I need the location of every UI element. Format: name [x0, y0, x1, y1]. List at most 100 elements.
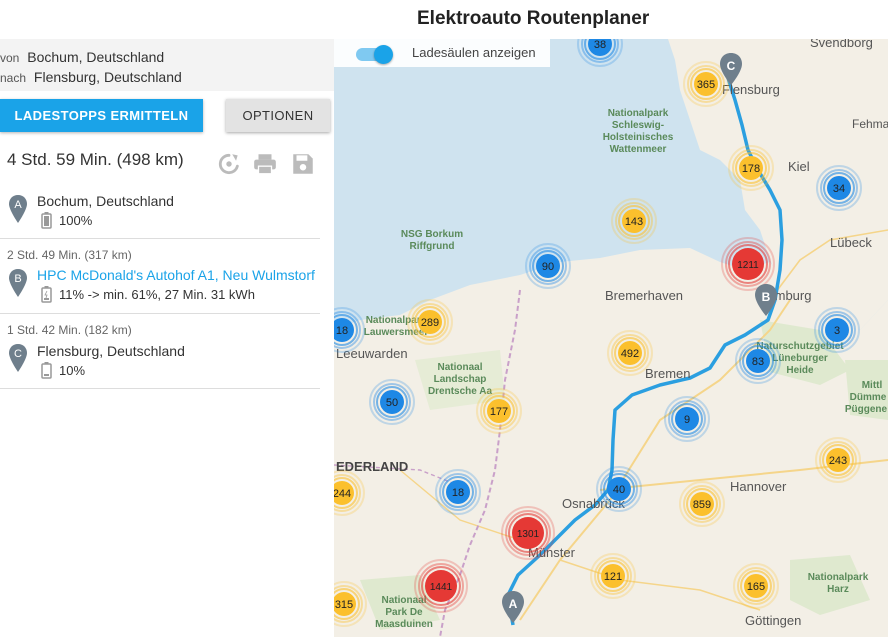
- cluster-count: 177: [490, 406, 508, 418]
- route-address-box: von Bochum, Deutschland nach Flensburg, …: [0, 39, 334, 91]
- cluster-count: 143: [625, 216, 643, 228]
- charging-cluster-marker[interactable]: 83: [735, 338, 781, 384]
- charging-cluster-marker[interactable]: 40: [596, 466, 642, 512]
- cluster-count: 9: [684, 414, 690, 426]
- from-value[interactable]: Bochum, Deutschland: [27, 49, 164, 65]
- to-row[interactable]: nach Flensburg, Deutschland: [0, 69, 182, 85]
- sidebar: von Bochum, Deutschland nach Flensburg, …: [0, 39, 334, 637]
- charging-cluster-marker[interactable]: 34: [816, 165, 862, 211]
- map-label-city: Bremerhaven: [605, 288, 683, 303]
- cluster-count: 244: [334, 488, 351, 500]
- toggle-label: Ladesäulen anzeigen: [412, 45, 536, 60]
- calculate-stops-button[interactable]: Ladestopps ermitteln: [0, 99, 203, 132]
- map-label-city: Hannover: [730, 479, 787, 494]
- cluster-count: 315: [335, 599, 353, 611]
- stop-name: Flensburg, Deutschland: [37, 343, 185, 359]
- save-icon[interactable]: [290, 151, 316, 177]
- app-root: Elektroauto Routenplaner von Bochum, Deu…: [0, 0, 888, 637]
- battery-icon: [41, 362, 52, 379]
- svg-text:Harz: Harz: [827, 584, 849, 595]
- map-label-city: Kiel: [788, 159, 810, 174]
- stop-separator: [0, 388, 320, 389]
- charging-cluster-marker[interactable]: 1301: [501, 506, 555, 560]
- map-label-park: Nationalpark: [808, 572, 869, 583]
- map-label-park: Mittl: [862, 380, 883, 391]
- cluster-count: 492: [621, 348, 639, 360]
- charging-cluster-marker[interactable]: 18: [435, 469, 481, 515]
- battery-text: 10%: [59, 363, 86, 378]
- cluster-count: 83: [752, 356, 764, 368]
- cluster-count: 50: [386, 397, 398, 409]
- charging-cluster-marker[interactable]: 90: [525, 243, 571, 289]
- cluster-count: 165: [747, 581, 765, 593]
- charging-cluster-marker[interactable]: 492: [607, 330, 653, 376]
- charging-cluster-marker[interactable]: 1211: [721, 237, 775, 291]
- stop-name: Bochum, Deutschland: [37, 193, 174, 209]
- cluster-count: 38: [594, 39, 606, 51]
- cluster-count: 40: [613, 484, 625, 496]
- cluster-count: 365: [697, 79, 715, 91]
- stop-separator: [0, 238, 320, 239]
- map-label-park: Nationalpark: [366, 315, 427, 326]
- cluster-count: 121: [604, 571, 622, 583]
- charging-cluster-marker[interactable]: 243: [815, 437, 861, 483]
- map-label-city: Lübeck: [830, 235, 872, 250]
- marker-a-icon: A: [9, 195, 27, 223]
- to-value[interactable]: Flensburg, Deutschland: [34, 69, 182, 85]
- stop-link-hpc[interactable]: HPC McDonald's Autohof A1, Neu Wulmstorf: [37, 267, 315, 283]
- charging-cluster-marker[interactable]: 9: [664, 396, 710, 442]
- charging-stations-toggle[interactable]: Ladesäulen anzeigen: [334, 39, 550, 67]
- charging-cluster-marker[interactable]: 1441: [414, 559, 468, 613]
- map-canvas[interactable]: Svendborg Flensburg Kiel Fehma Lübeck Br…: [334, 39, 888, 637]
- map-label-park: NSG Borkum: [401, 229, 463, 240]
- cluster-count: 859: [693, 499, 711, 511]
- page-title: Elektroauto Routenplaner: [417, 8, 650, 29]
- toggle-knob[interactable]: [374, 45, 393, 64]
- battery-icon: [41, 286, 52, 303]
- battery-icon: [41, 212, 52, 229]
- svg-text:Holsteinisches: Holsteinisches: [603, 132, 674, 143]
- svg-text:Wattenmeer: Wattenmeer: [610, 144, 667, 155]
- header: Elektroauto Routenplaner: [0, 0, 888, 39]
- marker-a-letter: A: [14, 199, 22, 211]
- from-row[interactable]: von Bochum, Deutschland: [0, 49, 164, 65]
- charging-cluster-marker[interactable]: 178: [728, 145, 774, 191]
- cluster-count: 1441: [430, 582, 453, 593]
- cluster-count: 3: [834, 325, 840, 337]
- svg-text:B: B: [762, 290, 771, 304]
- marker-c-letter: C: [14, 348, 22, 360]
- svg-text:Park De: Park De: [385, 607, 423, 618]
- from-label: von: [0, 51, 20, 65]
- cluster-count: 243: [829, 455, 847, 467]
- cluster-count: 1301: [517, 529, 540, 540]
- charging-cluster-marker[interactable]: 143: [611, 198, 657, 244]
- map-label-city: Göttingen: [745, 613, 801, 628]
- charging-cluster-marker[interactable]: 859: [679, 481, 725, 527]
- charging-cluster-marker[interactable]: 121: [590, 553, 636, 599]
- svg-text:Maasduinen: Maasduinen: [375, 619, 433, 630]
- map-label-city: Bremen: [645, 366, 691, 381]
- svg-text:Heide: Heide: [786, 365, 814, 376]
- charging-cluster-marker[interactable]: 165: [733, 563, 779, 609]
- map-label-city: Fehma: [852, 117, 888, 131]
- cluster-count: 289: [421, 317, 439, 329]
- options-button[interactable]: Optionen: [226, 99, 330, 132]
- map[interactable]: Svendborg Flensburg Kiel Fehma Lübeck Br…: [334, 39, 888, 637]
- svg-text:C: C: [727, 59, 736, 73]
- cluster-count: 90: [542, 261, 554, 273]
- svg-text:Schleswig-: Schleswig-: [612, 120, 664, 131]
- charging-cluster-marker[interactable]: 3: [814, 307, 860, 353]
- print-icon[interactable]: [252, 151, 278, 177]
- cluster-count: 18: [336, 325, 348, 337]
- cluster-count: 178: [742, 163, 760, 175]
- to-label: nach: [0, 71, 27, 85]
- charging-cluster-marker[interactable]: 50: [369, 379, 415, 425]
- map-label-city: Svendborg: [810, 39, 873, 50]
- svg-text:Püggene: Püggene: [845, 404, 888, 415]
- battery-text: 100%: [59, 213, 93, 228]
- leg-info: 1 Std. 42 Min. (182 km): [7, 323, 132, 337]
- map-label-park: Nationalpark: [608, 108, 669, 119]
- reload-icon[interactable]: [216, 151, 242, 177]
- charging-cluster-marker[interactable]: 289: [407, 299, 453, 345]
- charging-cluster-marker[interactable]: 177: [476, 388, 522, 434]
